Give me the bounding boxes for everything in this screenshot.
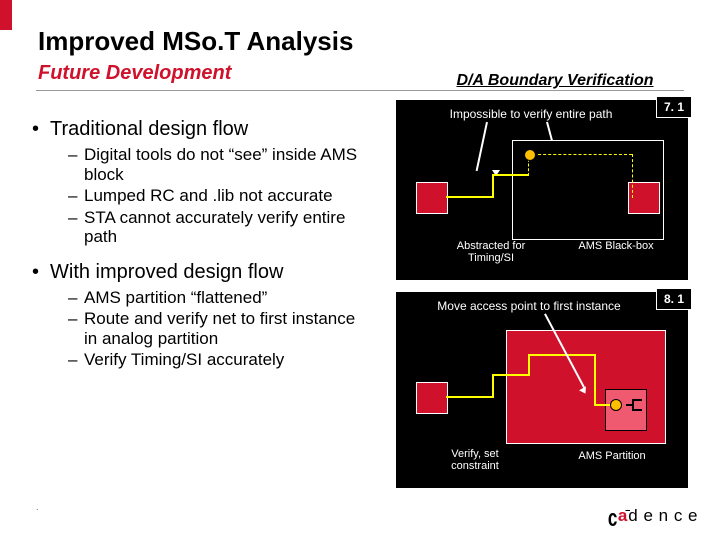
logo-rest: ̄d e n c e bbox=[628, 506, 698, 525]
bullet-body: Traditional design flow Digital tools do… bbox=[32, 112, 368, 372]
caption-digital: Digital bbox=[624, 260, 684, 274]
node-icon bbox=[524, 149, 536, 161]
arrow-line bbox=[476, 122, 488, 171]
bullet-l1: With improved design flow bbox=[32, 261, 368, 284]
route-line bbox=[446, 196, 494, 198]
caption-impossible: Impossible to verify entire path bbox=[436, 108, 626, 121]
bullet-l2: Route and verify net to first instance i… bbox=[68, 309, 368, 348]
route-line bbox=[528, 354, 594, 356]
red-block bbox=[416, 182, 448, 214]
caption-move-access: Move access point to first instance bbox=[424, 300, 634, 313]
route-dashed bbox=[528, 154, 632, 155]
diagram-index: 7. 1 bbox=[656, 96, 692, 118]
route-line bbox=[492, 174, 494, 198]
diagram-improved: 8. 1 Move access point to first instance… bbox=[396, 292, 688, 488]
figure-title: D/A Boundary Verification bbox=[420, 72, 690, 90]
bullet-l2: Lumped RC and .lib not accurate bbox=[68, 186, 368, 206]
transistor-icon bbox=[626, 396, 644, 414]
bullet-l2: AMS partition “flattened” bbox=[68, 288, 368, 308]
caption-verify: Verify, set constraint bbox=[430, 448, 520, 472]
title-divider bbox=[36, 90, 684, 91]
route-line bbox=[446, 396, 494, 398]
bullet-l2: Verify Timing/SI accurately bbox=[68, 350, 368, 370]
caption-ams-blackbox: AMS Black-box bbox=[566, 240, 666, 252]
route-line bbox=[492, 374, 494, 398]
route-dashed bbox=[632, 154, 635, 198]
route-line bbox=[528, 354, 530, 376]
caption-ams-partition: AMS Partition bbox=[562, 450, 662, 462]
slide-title: Improved MSo.T Analysis bbox=[38, 26, 353, 57]
slide-subtitle: Future Development bbox=[38, 62, 231, 85]
bullet-l2: Digital tools do not “see” inside AMS bl… bbox=[68, 145, 368, 184]
route-line bbox=[492, 174, 528, 176]
red-block bbox=[416, 382, 448, 414]
accent-bar bbox=[0, 0, 12, 30]
route-line bbox=[594, 354, 596, 404]
route-line bbox=[492, 374, 528, 376]
diagram-index: 8. 1 bbox=[656, 288, 692, 310]
footer-mark: . bbox=[36, 502, 39, 512]
node-icon bbox=[610, 399, 622, 411]
cadence-logo: cād e n c e bbox=[608, 506, 698, 526]
bullet-l2: STA cannot accurately verify entire path bbox=[68, 208, 368, 247]
bullet-l1: Traditional design flow bbox=[32, 118, 368, 141]
caption-digital: Digital bbox=[624, 468, 684, 482]
diagram-traditional: 7. 1 Impossible to verify entire path Ab… bbox=[396, 100, 688, 280]
logo-a: a bbox=[618, 506, 628, 525]
caption-abstracted: Abstracted for Timing/SI bbox=[446, 240, 536, 264]
logo-c: c bbox=[608, 505, 618, 533]
